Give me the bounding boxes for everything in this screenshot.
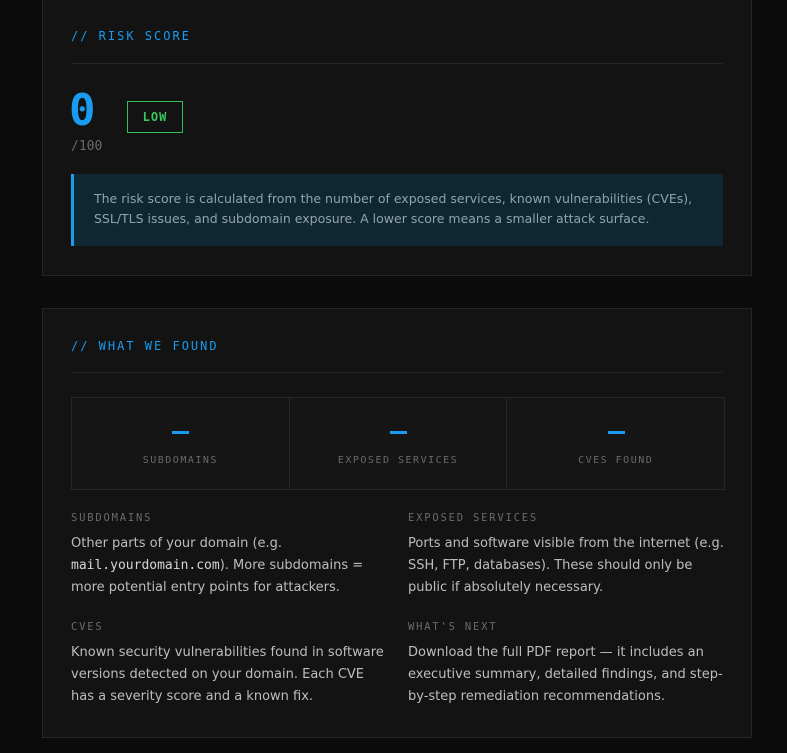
stat-subdomains: SUBDOMAINS <box>72 398 290 489</box>
risk-level-badge: LOW <box>127 101 183 133</box>
findings-card: // WHAT WE FOUND SUBDOMAINS EXPOSED SERV… <box>42 308 752 738</box>
info-heading: EXPOSED SERVICES <box>408 512 538 524</box>
info-cves: CVES Known security vulnerabilities foun… <box>71 621 391 708</box>
info-text: Ports and software visible from the inte… <box>408 536 724 595</box>
info-subdomains: SUBDOMAINS Other parts of your domain (e… <box>71 512 391 599</box>
stat-value-placeholder <box>172 431 190 434</box>
info-heading: WHAT'S NEXT <box>408 621 498 633</box>
info-text: Known security vulnerabilities found in … <box>71 645 384 704</box>
divider <box>71 372 723 373</box>
stat-label: EXPOSED SERVICES <box>337 455 459 466</box>
info-text: Other parts of your domain (e.g. mail.yo… <box>71 536 364 595</box>
risk-score-card: // RISK SCORE 0 /100 LOW The risk score … <box>42 0 752 276</box>
info-whats-next: WHAT'S NEXT Download the full PDF report… <box>408 621 728 708</box>
info-text: Download the full PDF report — it includ… <box>408 645 723 704</box>
info-exposed-services: EXPOSED SERVICES Ports and software visi… <box>408 512 728 599</box>
stat-exposed-services: EXPOSED SERVICES <box>289 398 508 489</box>
domain-example: mail.yourdomain.com <box>71 558 220 573</box>
stat-value-placeholder <box>607 431 625 434</box>
stats-panel: SUBDOMAINS EXPOSED SERVICES CVES FOUND <box>71 397 725 490</box>
risk-score-explanation: The risk score is calculated from the nu… <box>71 174 723 246</box>
risk-score-title: // RISK SCORE <box>71 29 191 43</box>
info-heading: CVES <box>71 621 104 633</box>
risk-score-max: /100 <box>71 139 103 154</box>
stat-label: SUBDOMAINS <box>142 455 218 466</box>
divider <box>71 63 723 64</box>
stat-label: CVES FOUND <box>578 455 654 466</box>
stat-value-placeholder <box>390 431 407 434</box>
findings-title: // WHAT WE FOUND <box>71 339 219 353</box>
info-heading: SUBDOMAINS <box>71 512 153 524</box>
stat-cves-found: CVES FOUND <box>507 398 725 489</box>
risk-score-value: 0 <box>69 85 96 136</box>
